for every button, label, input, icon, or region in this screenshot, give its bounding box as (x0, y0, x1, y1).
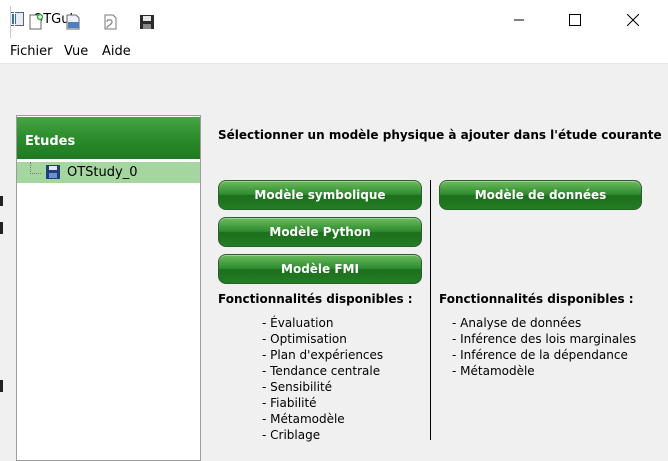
study-item-label[interactable]: OTStudy_0 (67, 165, 137, 180)
feature-item: - Plan d'expériences (262, 348, 384, 362)
open-study-button[interactable] (61, 10, 85, 34)
studies-header[interactable]: Etudes (17, 117, 200, 159)
feature-item: - Sensibilité (262, 380, 333, 394)
feature-item: - Inférence de la dépendance (452, 348, 628, 362)
feature-item: - Évaluation (262, 316, 334, 330)
minimize-button[interactable] (496, 0, 542, 40)
minimize-icon (514, 19, 524, 21)
menu-vue[interactable]: Vue (64, 44, 88, 59)
toolbar (0, 64, 668, 108)
fmi-model-button[interactable]: Modèle FMI (218, 254, 422, 284)
feature-item: - Tendance centrale (262, 364, 381, 378)
import-python-button[interactable] (98, 10, 122, 34)
save-icon (140, 15, 154, 29)
maximize-icon (569, 14, 581, 26)
feature-item: - Optimisation (262, 332, 347, 346)
edge-artifact (0, 380, 3, 392)
study-icon (46, 165, 60, 179)
left-features-list: - Évaluation - Optimisation - Plan d'exp… (262, 315, 383, 443)
new-study-button[interactable] (24, 10, 48, 34)
save-button[interactable] (135, 10, 159, 34)
menu-aide[interactable]: Aide (102, 44, 131, 59)
feature-item: - Inférence des lois marginales (452, 332, 637, 346)
close-icon (627, 14, 639, 26)
edge-artifact (0, 196, 3, 206)
symbolic-model-button[interactable]: Modèle symbolique (218, 180, 422, 210)
new-study-icon (29, 13, 44, 30)
feature-item: - Métamodèle (452, 364, 535, 378)
toolbar-grip[interactable] (10, 6, 15, 38)
menu-bar: Fichier Vue Aide (0, 40, 668, 64)
feature-item: - Criblage (262, 428, 321, 442)
maximize-button[interactable] (552, 0, 598, 40)
close-button[interactable] (610, 0, 656, 40)
data-model-button[interactable]: Modèle de données (439, 180, 642, 210)
menu-fichier[interactable]: Fichier (10, 44, 53, 59)
column-divider (430, 180, 431, 440)
right-features-list: - Analyse de données - Inférence des loi… (452, 315, 636, 379)
feature-item: - Analyse de données (452, 316, 582, 330)
page-heading: Sélectionner un modèle physique à ajoute… (218, 128, 662, 142)
right-features-title: Fonctionnalités disponibles : (439, 292, 634, 306)
python-model-button[interactable]: Modèle Python (218, 217, 422, 247)
left-features-title: Fonctionnalités disponibles : (218, 292, 413, 306)
open-study-icon (66, 14, 80, 30)
tree-branch-line (30, 162, 41, 174)
edge-artifact (0, 222, 3, 234)
feature-item: - Métamodèle (262, 412, 345, 426)
import-python-icon (104, 14, 117, 30)
feature-item: - Fiabilité (262, 396, 317, 410)
